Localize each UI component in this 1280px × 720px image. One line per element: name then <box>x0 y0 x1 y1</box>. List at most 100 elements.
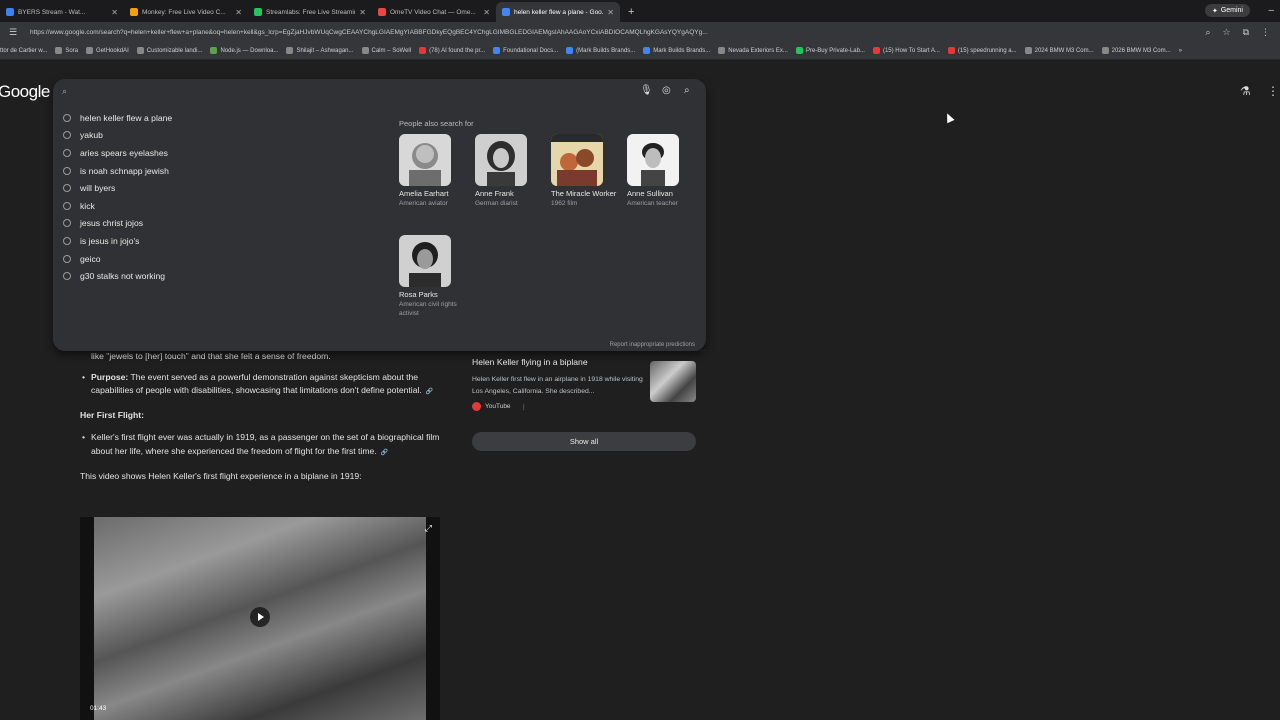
bookmark-item[interactable]: Calm – SoWell <box>361 47 411 54</box>
play-button[interactable] <box>250 607 270 627</box>
suggestion-item[interactable]: yakub <box>53 127 383 145</box>
close-icon[interactable]: ✕ <box>111 8 118 17</box>
link-icon[interactable]: 🔗 <box>426 386 433 400</box>
bookmark-item[interactable]: 2026 BMW M3 Com... <box>1101 47 1171 54</box>
browser-tab-active[interactable]: helen keller flew a plane - Goo... ✕ <box>496 2 620 22</box>
microphone-icon[interactable]: 🎙 <box>640 85 653 96</box>
browser-tab[interactable]: Monkey: Free Live Video C... ✕ <box>124 2 248 22</box>
autocomplete-dropdown: ⌕ 🎙 ◎ ⌕ helen keller flew a plane yakub … <box>53 79 706 351</box>
bookmark-item[interactable]: Customizable landi... <box>136 47 202 54</box>
expand-icon[interactable]: ⤢ <box>425 523 432 534</box>
bookmark-item[interactable]: GetHookdAI <box>86 47 129 54</box>
suggestion-label: is jesus in jojo's <box>80 235 140 246</box>
site-settings-icon[interactable]: ☰ <box>0 27 26 38</box>
bookmark-item[interactable]: Sora <box>55 47 78 54</box>
bookmark-label: Foundational Docs... <box>503 47 559 54</box>
suggestion-item[interactable]: is noah schnapp jewish <box>53 162 383 180</box>
sparkle-icon: ✦ <box>1211 7 1218 15</box>
person-photo <box>399 235 451 287</box>
video-result-title[interactable]: Helen Keller flying in a biplane <box>472 357 588 367</box>
url-field[interactable]: https://www.google.com/search?q=helen+ke… <box>26 29 1195 36</box>
apps-grid-icon[interactable]: ⋮⋮ <box>1267 84 1280 98</box>
suggestion-label: yakub <box>80 130 103 141</box>
bookmark-item[interactable]: Pre-Buy Private-Lab... <box>795 47 865 54</box>
google-logo[interactable]: Google <box>0 82 50 102</box>
bookmark-item[interactable]: Shilajit – Ashwagan... <box>286 47 354 54</box>
suggestion-item[interactable]: geico <box>53 250 383 268</box>
first-flight-heading: Her First Flight: <box>80 409 144 420</box>
video-result-thumbnail[interactable] <box>650 361 696 402</box>
mouse-cursor-icon <box>943 111 955 124</box>
bookmark-favicon-icon <box>361 47 369 54</box>
suggestion-list: helen keller flew a plane yakub aries sp… <box>53 109 383 285</box>
camera-lens-icon[interactable]: ◎ <box>662 85 671 96</box>
person-card[interactable]: Amelia Earhart American aviator <box>399 134 469 209</box>
tab-label: Streamlabs: Free Live Streaming... <box>266 8 355 16</box>
source-label: YouTube <box>485 403 511 410</box>
search-submit-icon[interactable]: ⌕ <box>684 85 690 96</box>
browser-tab[interactable]: BYERS Stream - Wat... ✕ <box>0 2 124 22</box>
labs-flask-icon[interactable]: ⚗ <box>1240 84 1251 98</box>
bookmark-item[interactable]: Node.js — Downloa... <box>210 47 278 54</box>
bookmark-item[interactable]: (Mark Builds Brands... <box>566 47 635 54</box>
bookmark-item[interactable]: 2024 BMW M3 Com... <box>1024 47 1094 54</box>
bookmark-item[interactable]: Mark Builds Brands... <box>643 47 710 54</box>
search-box[interactable]: ⌕ 🎙 ◎ ⌕ <box>53 79 706 106</box>
extensions-icon[interactable]: ⧉ <box>1243 27 1249 38</box>
bookmark-item[interactable]: ttor de Cartier w... <box>0 48 47 54</box>
person-card[interactable]: The Miracle Worker 1962 film <box>551 134 621 209</box>
suggestion-item[interactable]: will byers <box>53 179 383 197</box>
tab-label: helen keller flew a plane - Goo... <box>514 8 604 16</box>
suggestion-label: geico <box>80 253 101 264</box>
suggestion-item[interactable]: helen keller flew a plane <box>53 109 383 127</box>
youtube-icon <box>472 402 481 411</box>
browser-tab[interactable]: OmeTV Video Chat — Ome... ✕ <box>372 2 496 22</box>
suggestion-item[interactable]: g30 stalks not working <box>53 267 383 285</box>
suggestion-item[interactable]: kick <box>53 197 383 215</box>
person-card[interactable]: Rosa Parks American civil rights activis… <box>399 235 469 318</box>
history-icon <box>63 272 71 281</box>
zoom-icon[interactable]: ⌕ <box>1205 27 1210 38</box>
video-result-snippet: Helen Keller first flew in an airplane i… <box>472 376 643 395</box>
link-icon[interactable]: 🔗 <box>381 447 388 461</box>
bookmark-item[interactable]: Foundational Docs... <box>493 47 558 54</box>
person-card[interactable]: Anne Frank German diarist <box>475 134 545 209</box>
bookmark-star-icon[interactable]: ☆ <box>1222 27 1230 38</box>
history-icon <box>63 236 71 245</box>
bookmark-favicon-icon <box>210 47 218 54</box>
person-photo <box>399 134 451 186</box>
bookmark-label: ttor de Cartier w... <box>0 47 48 54</box>
more-options-icon[interactable]: ⋮ <box>521 403 528 411</box>
bookmark-label: Shilajit – Ashwagan... <box>296 47 354 54</box>
close-icon[interactable]: ✕ <box>607 8 614 17</box>
suggestion-item[interactable]: aries spears eyelashes <box>53 144 383 162</box>
show-all-button[interactable]: Show all <box>472 432 696 451</box>
new-tab-button[interactable]: + <box>620 2 642 22</box>
video-duration: 01:43 <box>90 705 107 712</box>
search-icon: ⌕ <box>62 86 68 96</box>
source-row: YouTube ⋮ <box>472 402 527 411</box>
suggestion-item[interactable]: jesus christ jojos <box>53 215 383 233</box>
minimize-icon[interactable]: – <box>1268 5 1274 16</box>
tab-label: BYERS Stream - Wat... <box>18 8 86 16</box>
bookmark-item[interactable]: (15) How To Start A... <box>872 47 940 54</box>
bookmark-favicon-icon <box>872 47 880 54</box>
bookmark-favicon-icon <box>419 47 427 54</box>
menu-icon[interactable]: ⋮ <box>1261 27 1270 38</box>
suggestion-item[interactable]: is jesus in jojo's <box>53 232 383 250</box>
bookmark-label: Pre-Buy Private-Lab... <box>805 47 865 54</box>
history-icon <box>63 131 71 140</box>
bookmark-item[interactable]: (15) speedrunning a... <box>947 47 1017 54</box>
bookmark-item[interactable]: Nevada Exteriors Ex... <box>718 47 788 54</box>
report-predictions-link[interactable]: Report inappropriate predictions <box>610 342 695 348</box>
gemini-button[interactable]: ✦ Gemini <box>1204 4 1250 17</box>
person-description: 1962 film <box>551 200 578 208</box>
browser-tab[interactable]: Streamlabs: Free Live Streaming... ✕ <box>248 2 372 22</box>
video-player[interactable]: ⤢ 01:43 <box>80 517 440 720</box>
close-icon[interactable]: ✕ <box>359 8 366 17</box>
close-icon[interactable]: ✕ <box>483 8 490 17</box>
more-bookmarks-icon[interactable]: » <box>1179 48 1182 54</box>
person-card[interactable]: Anne Sullivan American teacher <box>627 134 697 209</box>
close-icon[interactable]: ✕ <box>235 8 242 17</box>
bookmark-item[interactable]: (78) AI found the pr... <box>419 47 485 54</box>
